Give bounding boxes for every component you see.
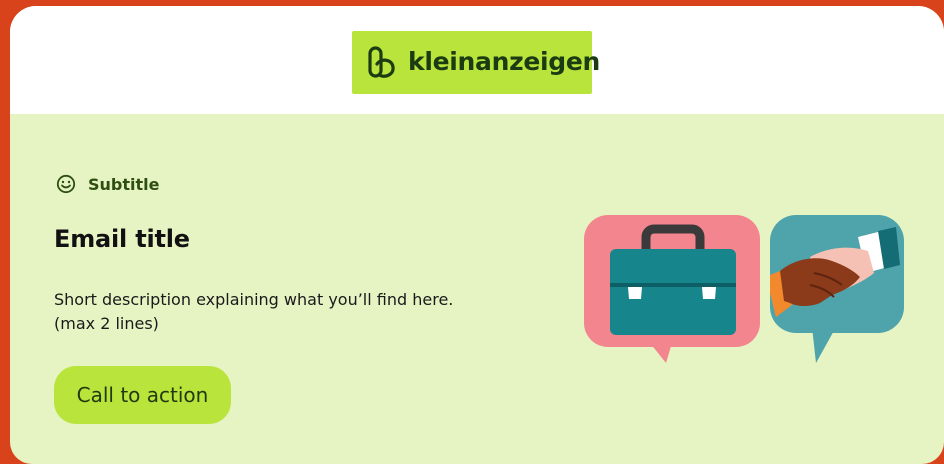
smile-icon	[56, 174, 76, 194]
logo-icon	[368, 46, 395, 78]
logo-text: kleinanzeigen	[408, 47, 601, 76]
email-title: Email title	[54, 225, 190, 253]
kleinanzeigen-logo[interactable]: kleinanzeigen	[352, 31, 600, 94]
briefcase-bubble-illustration	[584, 215, 760, 363]
description-line-2: (max 2 lines)	[54, 314, 159, 333]
email-description: Short description explaining what you’ll…	[54, 288, 554, 336]
subtitle: Subtitle	[88, 174, 160, 194]
email-header: kleinanzeigen	[10, 6, 944, 114]
email-card: kleinanzeigen Subtitle Email title Short…	[10, 6, 944, 464]
call-to-action-button[interactable]: Call to action	[54, 366, 231, 424]
description-line-1: Short description explaining what you’ll…	[54, 290, 454, 309]
handshake-bubble-illustration	[770, 215, 904, 363]
subtitle-row: Subtitle	[56, 174, 159, 194]
